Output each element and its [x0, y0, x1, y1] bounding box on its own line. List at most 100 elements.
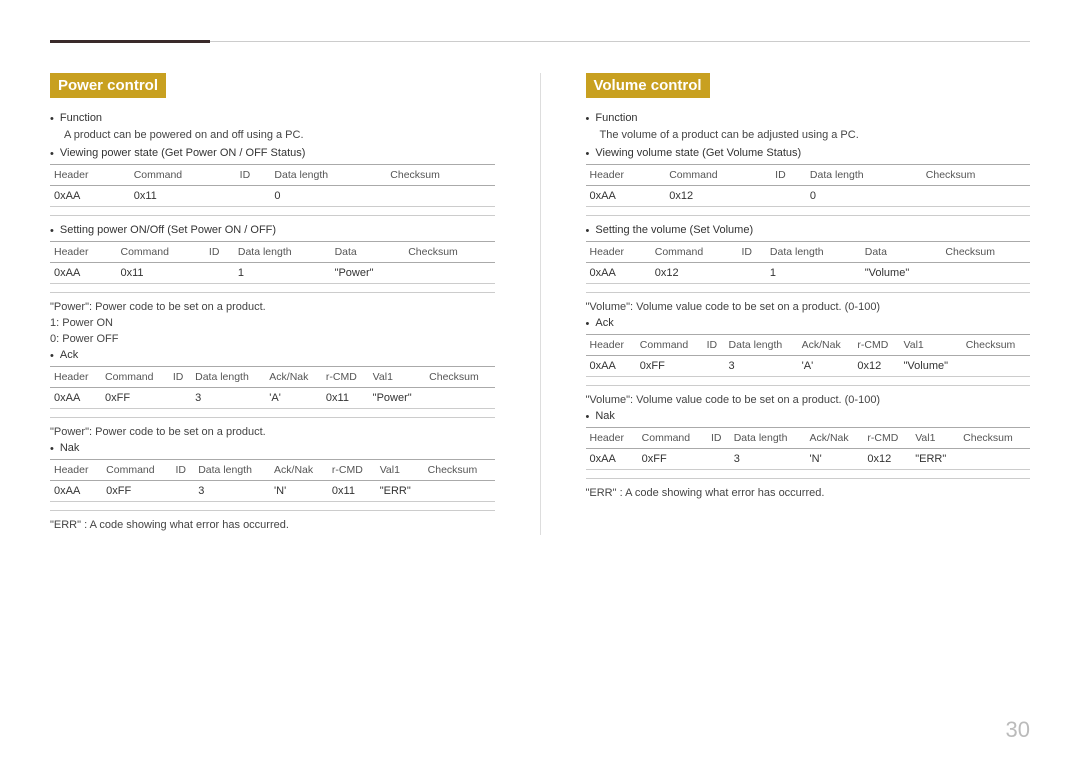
th-rcmd: r-CMD — [322, 367, 369, 388]
power-nak-bullet: • Nak — [50, 442, 495, 455]
td-command: 0xFF — [102, 481, 171, 502]
table-row: 0xAA 0xFF 3 'N' 0x11 "ERR" — [50, 481, 495, 502]
td-id — [169, 388, 191, 409]
td-command: 0x11 — [130, 186, 236, 207]
th-id: ID — [172, 460, 195, 481]
th-command: Command — [102, 460, 171, 481]
td-checksum — [425, 388, 494, 409]
td-val1: "ERR" — [376, 481, 424, 502]
power-function-bullet: • Function — [50, 112, 495, 125]
td-command: 0x12 — [651, 263, 738, 284]
th-header: Header — [586, 335, 636, 356]
th-checksum: Checksum — [941, 242, 1030, 263]
page-container: Power control • Function A product can b… — [0, 0, 1080, 595]
v-divider1 — [586, 215, 1031, 216]
td-acknak: 'A' — [265, 388, 322, 409]
th-datalength: Data length — [270, 165, 386, 186]
th-data: Data — [331, 242, 405, 263]
th-datalength: Data length — [725, 335, 798, 356]
td-acknak: 'A' — [798, 356, 854, 377]
th-val1: Val1 — [376, 460, 424, 481]
th-id: ID — [737, 242, 765, 263]
th-header: Header — [586, 242, 651, 263]
table-row: 0xAA 0x11 0 — [50, 186, 495, 207]
power-setting-label: Setting power ON/Off (Set Power ON / OFF… — [60, 224, 276, 237]
th-rcmd: r-CMD — [328, 460, 376, 481]
bullet-dot-5: • — [50, 443, 54, 455]
td-header: 0xAA — [50, 263, 117, 284]
th-checksum: Checksum — [425, 367, 494, 388]
th-rcmd: r-CMD — [853, 335, 899, 356]
table-row: 0xAA 0x12 0 — [586, 186, 1031, 207]
bullet-dot-v4: • — [586, 318, 590, 330]
th-id: ID — [703, 335, 725, 356]
power-setting-bullet: • Setting power ON/Off (Set Power ON / O… — [50, 224, 495, 237]
table-row: 0xAA 0xFF 3 'A' 0x12 "Volume" — [586, 356, 1031, 377]
volume-table4: Header Command ID Data length Ack/Nak r-… — [586, 427, 1031, 470]
th-command: Command — [651, 242, 738, 263]
td-rcmd: 0x11 — [328, 481, 376, 502]
td-datalength: 0 — [806, 186, 922, 207]
td-header: 0xAA — [586, 263, 651, 284]
th-checksum: Checksum — [424, 460, 495, 481]
td-id — [771, 186, 806, 207]
th-id: ID — [771, 165, 806, 186]
bullet-dot-v5: • — [586, 411, 590, 423]
th-datalength: Data length — [194, 460, 270, 481]
volume-viewing-label: Viewing volume state (Get Volume Status) — [595, 147, 801, 160]
th-datalength: Data length — [234, 242, 331, 263]
td-header: 0xAA — [50, 388, 101, 409]
td-header: 0xAA — [586, 449, 638, 470]
power-note1: "Power": Power code to be set on a produ… — [50, 301, 495, 313]
th-datalength: Data length — [766, 242, 861, 263]
td-datalength: 1 — [766, 263, 861, 284]
bullet-dot: • — [50, 113, 54, 125]
th-header: Header — [50, 242, 117, 263]
th-val1: Val1 — [911, 428, 959, 449]
power-function-desc: A product can be powered on and off usin… — [50, 129, 495, 141]
th-command: Command — [101, 367, 169, 388]
td-rcmd: 0x12 — [863, 449, 911, 470]
v-divider3 — [586, 385, 1031, 386]
td-id — [236, 186, 271, 207]
td-datalength: 3 — [730, 449, 806, 470]
volume-setting-bullet: • Setting the volume (Set Volume) — [586, 224, 1031, 237]
volume-viewing-bullet: • Viewing volume state (Get Volume Statu… — [586, 147, 1031, 160]
th-header: Header — [50, 460, 102, 481]
bullet-dot-v3: • — [586, 225, 590, 237]
th-id: ID — [707, 428, 730, 449]
power-table1: Header Command ID Data length Checksum 0… — [50, 164, 495, 207]
power-err-note: "ERR" : A code showing what error has oc… — [50, 519, 495, 531]
power-table3: Header Command ID Data length Ack/Nak r-… — [50, 366, 495, 409]
volume-table2: Header Command ID Data length Data Check… — [586, 241, 1031, 284]
power-viewing-bullet: • Viewing power state (Get Power ON / OF… — [50, 147, 495, 160]
th-header: Header — [586, 165, 666, 186]
td-id — [707, 449, 730, 470]
volume-function-label: Function — [595, 112, 637, 125]
td-checksum — [386, 186, 494, 207]
power-ack-label: Ack — [60, 349, 78, 362]
column-divider — [540, 73, 541, 535]
th-datalength: Data length — [730, 428, 806, 449]
td-datalength: 0 — [270, 186, 386, 207]
td-id — [205, 263, 234, 284]
volume-table1: Header Command ID Data length Checksum 0… — [586, 164, 1031, 207]
volume-function-bullet: • Function — [586, 112, 1031, 125]
bullet-dot-4: • — [50, 350, 54, 362]
th-id: ID — [169, 367, 191, 388]
th-rcmd: r-CMD — [863, 428, 911, 449]
volume-setting-label: Setting the volume (Set Volume) — [595, 224, 753, 237]
page-number: 30 — [1006, 717, 1030, 743]
th-datalength: Data length — [806, 165, 922, 186]
volume-ack-bullet: • Ack — [586, 317, 1031, 330]
volume-control-col: Volume control • Function The volume of … — [586, 73, 1031, 535]
th-val1: Val1 — [900, 335, 962, 356]
table-row: 0xAA 0xFF 3 'A' 0x11 "Power" — [50, 388, 495, 409]
power-note2: 1: Power ON — [50, 317, 495, 329]
td-header: 0xAA — [50, 481, 102, 502]
td-acknak: 'N' — [806, 449, 864, 470]
td-checksum — [424, 481, 495, 502]
th-command: Command — [665, 165, 771, 186]
th-header: Header — [50, 165, 130, 186]
bullet-dot-v1: • — [586, 113, 590, 125]
